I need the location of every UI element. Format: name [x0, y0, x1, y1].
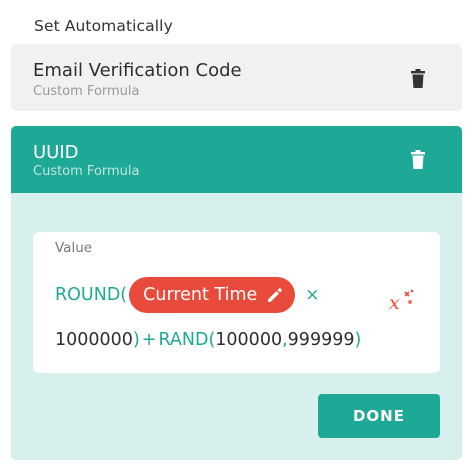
formula-rand-arg-1: 100000	[215, 330, 283, 350]
trash-icon[interactable]	[410, 150, 426, 170]
current-time-pill-label: Current Time	[143, 285, 258, 305]
variables-icon[interactable]: x	[387, 288, 415, 312]
field-item-subtitle: Custom Formula	[33, 84, 140, 99]
formula-close-paren: )	[132, 330, 140, 350]
plus-operator: +	[141, 330, 157, 350]
active-field-title: UUID	[33, 142, 79, 163]
svg-text:x: x	[389, 292, 400, 312]
multiply-operator: ×	[305, 285, 320, 305]
formula-end-paren: )	[354, 330, 362, 350]
trash-icon[interactable]	[410, 69, 426, 89]
pencil-icon[interactable]	[267, 287, 283, 303]
current-time-pill[interactable]: Current Time	[129, 277, 296, 313]
formula-line-1: ROUND( Current Time ×	[55, 277, 320, 313]
formula-line-2: 1000000 ) + RAND( 100000 , 999999 )	[55, 323, 361, 357]
formula-multiplier: 1000000	[55, 330, 133, 350]
active-field-subtitle: Custom Formula	[33, 164, 140, 179]
formula-rand-function: RAND(	[158, 330, 216, 350]
active-field-header[interactable]: UUID Custom Formula	[11, 126, 462, 193]
active-field-panel: UUID Custom Formula Value ROUND( Current…	[11, 126, 462, 460]
formula-round-function: ROUND(	[55, 285, 128, 305]
section-label: Set Automatically	[34, 17, 173, 35]
formula-editor[interactable]: Value ROUND( Current Time × x 1000000 ) …	[33, 232, 440, 373]
formula-rand-arg-2: 999999	[287, 330, 355, 350]
done-button[interactable]: DONE	[318, 394, 440, 438]
field-item-title: Email Verification Code	[33, 60, 242, 81]
field-item-email-verification[interactable]: Email Verification Code Custom Formula	[11, 44, 462, 111]
value-label: Value	[55, 240, 93, 256]
